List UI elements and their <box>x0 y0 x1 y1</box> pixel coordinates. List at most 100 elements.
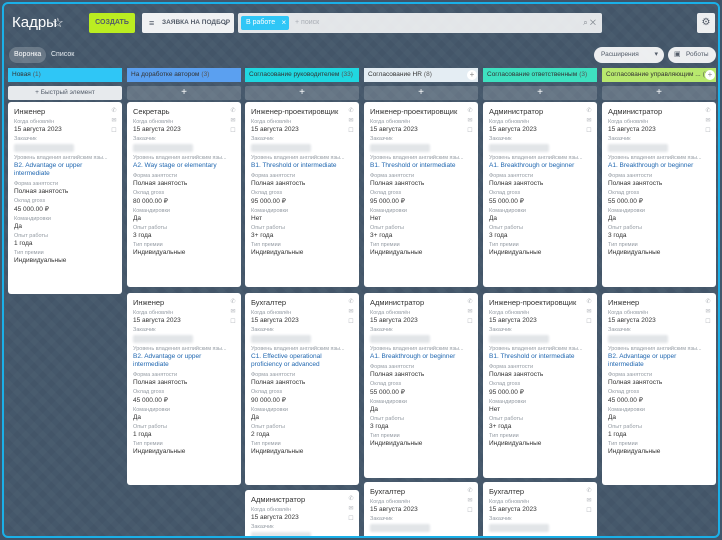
field-value: Полная занятость <box>133 379 188 387</box>
card-actions-icon[interactable]: ✆ ✉ ☐ <box>466 486 474 516</box>
field-label: Заказчик <box>251 524 274 530</box>
tab-funnel[interactable]: Воронка <box>9 47 47 63</box>
card-title[interactable]: Секретарь <box>133 107 235 116</box>
add-column-icon[interactable]: + <box>467 70 477 80</box>
card-actions-icon[interactable]: ✆ ✉ ☐ <box>704 106 712 136</box>
card-title[interactable]: Бухгалтер <box>251 298 353 307</box>
card[interactable]: ✆ ✉ ☐ Администратор Когда обновлён 15 авгу… <box>364 293 478 478</box>
card-title[interactable]: Инженер <box>133 298 235 307</box>
field-value: Да <box>608 414 617 422</box>
column-header[interactable]: Согласование ответственным (3) <box>483 68 597 82</box>
card[interactable]: ✆ ✉ ☐ Бухгалтер Когда обновлён 15 августа … <box>364 482 478 536</box>
card[interactable]: ✆ ✉ ☐ Бухгалтер Когда обновлён 15 августа … <box>245 293 359 485</box>
card-actions-icon[interactable]: ✆ ✉ ☐ <box>347 106 355 136</box>
card-title[interactable]: Инженер-проектировщик <box>370 107 472 116</box>
card[interactable]: ✆ ✉ ☐ Инженер-проектировщик Когда обновлён… <box>483 293 597 478</box>
field-link[interactable]: B1. Threshold or intermediate <box>489 353 591 361</box>
add-card-button[interactable]: + <box>602 86 716 100</box>
card[interactable]: ✆ ✉ ☐ Бухгалтер Когда обновлён 15 августа … <box>483 482 597 536</box>
blurred-value <box>251 532 311 536</box>
quick-add-button[interactable]: + Быстрый элемент <box>8 86 122 100</box>
field-link[interactable]: C1. Effective operational proficiency or… <box>251 353 353 369</box>
card[interactable]: ✆ ✉ ☐ Инженер Когда обновлён 15 августа 20… <box>127 293 241 485</box>
card-actions-icon[interactable]: ✆ ✉ ☐ <box>229 297 237 327</box>
add-card-button[interactable]: + <box>245 86 359 100</box>
card-actions-icon[interactable]: ✆ ✉ ☐ <box>347 494 355 524</box>
tab-list[interactable]: Список <box>51 47 74 63</box>
card-actions-icon[interactable]: ✆ ✉ ☐ <box>585 297 593 327</box>
card-title[interactable]: Администратор <box>370 298 472 307</box>
blurred-value <box>489 144 549 152</box>
column-header[interactable]: На доработке автором (3) <box>127 68 241 82</box>
column-header[interactable]: Новая (1) <box>8 68 122 82</box>
add-column-icon[interactable]: + <box>705 70 715 80</box>
field-link[interactable]: A1. Breakthrough or beginner <box>608 162 710 170</box>
column-header[interactable]: Согласование управляющим ...(3) + <box>602 68 716 82</box>
robot-icon: ▣ <box>674 51 681 58</box>
column-header[interactable]: Согласование HR (8) + <box>364 68 478 82</box>
extensions-label: Расширения <box>601 51 639 58</box>
field-label: Когда обновлён <box>370 499 411 505</box>
card[interactable]: ✆ ✉ ☐ Инженер Когда обновлён 15 августа 20… <box>602 293 716 485</box>
add-card-button[interactable]: + <box>483 86 597 100</box>
card-actions-icon[interactable]: ✆ ✉ ☐ <box>585 486 593 516</box>
card[interactable]: ✆ ✉ ☐ Администратор Когда обновлён 15 авгу… <box>602 102 716 287</box>
field-link[interactable]: B1. Threshold or intermediate <box>370 162 472 170</box>
card[interactable]: ✆ ✉ ☐ Инженер-проектировщик Когда обновлён… <box>364 102 478 287</box>
add-card-button[interactable]: + <box>127 86 241 100</box>
card[interactable]: ✆ ✉ ☐ Администратор Когда обновлён 15 авгу… <box>245 490 359 536</box>
card-title[interactable]: Администратор <box>489 107 591 116</box>
robots-button[interactable]: ▣ Роботы <box>668 47 716 63</box>
card-title[interactable]: Администратор <box>251 495 353 504</box>
field-value: Полная занятость <box>133 180 188 188</box>
card-actions-icon[interactable]: ✆ ✉ ☐ <box>347 297 355 327</box>
category-select-button[interactable]: ≡ ЗАЯВКА НА ПОДБОР ⌄ <box>142 13 234 33</box>
create-button[interactable]: СОЗДАТЬ <box>89 13 135 33</box>
field-label: Опыт работы <box>489 225 523 232</box>
extensions-button[interactable]: Расширения ▾ <box>594 47 664 63</box>
card-actions-icon[interactable]: ✆ ✉ ☐ <box>466 297 474 327</box>
field-value: 15 августа 2023 <box>251 317 299 324</box>
card-title[interactable]: Администратор <box>608 107 710 116</box>
card-title[interactable]: Бухгалтер <box>370 487 472 496</box>
card-actions-icon[interactable]: ✆ ✉ ☐ <box>110 106 118 136</box>
blurred-value <box>133 144 193 152</box>
search-bar[interactable]: В работе × + поиск ⌕ ✕ <box>238 13 602 33</box>
field-link[interactable]: A1. Breakthrough or beginner <box>489 162 591 170</box>
search-icon[interactable]: ⌕ ✕ <box>583 13 596 33</box>
field-label: Командировки <box>608 208 645 215</box>
field-label: Уровень владения английским язы... <box>251 155 345 161</box>
close-icon[interactable]: × <box>282 16 287 30</box>
column-header[interactable]: Согласование руководителем (33) <box>245 68 359 82</box>
card[interactable]: ✆ ✉ ☐ Инженер-проектировщик Когда обновлён… <box>245 102 359 287</box>
field-label: Уровень владения английским язы... <box>14 155 108 161</box>
field-link[interactable]: A1. Breakthrough or beginner <box>370 353 472 361</box>
star-icon[interactable]: ☆ <box>52 15 64 31</box>
card-title[interactable]: Инженер-проектировщик <box>251 107 353 116</box>
gear-icon[interactable]: ⚙ <box>697 13 715 33</box>
card[interactable]: ✆ ✉ ☐ Секретарь Когда обновлён 15 августа … <box>127 102 241 287</box>
card-title[interactable]: Инженер-проектировщик <box>489 298 591 307</box>
field-value: 80 000.00 ₽ <box>133 198 168 206</box>
card[interactable]: ✆ ✉ ☐ Инженер Когда обновлён 15 августа 20… <box>8 102 122 294</box>
search-input[interactable]: + поиск <box>295 13 319 33</box>
card-actions-icon[interactable]: ✆ ✉ ☐ <box>585 106 593 136</box>
filter-chip[interactable]: В работе × <box>241 16 290 30</box>
card-title[interactable]: Инженер <box>14 107 116 116</box>
field-label: Когда обновлён <box>251 507 292 513</box>
card-title[interactable]: Бухгалтер <box>489 487 591 496</box>
field-link[interactable]: B1. Threshold or intermediate <box>251 162 353 170</box>
field-link[interactable]: B2. Advantage or upper intermediate <box>608 353 710 369</box>
card-actions-icon[interactable]: ✆ ✉ ☐ <box>466 106 474 136</box>
field-label: Опыт работы <box>370 416 404 423</box>
card[interactable]: ✆ ✉ ☐ Администратор Когда обновлён 15 авгу… <box>483 102 597 287</box>
field-value: Полная занятость <box>251 180 306 188</box>
card-title[interactable]: Инженер <box>608 298 710 307</box>
card-actions-icon[interactable]: ✆ ✉ ☐ <box>229 106 237 136</box>
add-card-button[interactable]: + <box>364 86 478 100</box>
field-label: Заказчик <box>14 136 37 142</box>
card-actions-icon[interactable]: ✆ ✉ ☐ <box>704 297 712 327</box>
field-link[interactable]: A2. Way stage or elementary <box>133 162 235 170</box>
field-link[interactable]: B2. Advantage or upper intermediate <box>133 353 235 369</box>
field-link[interactable]: B2. Advantage or upper intermediate <box>14 162 116 178</box>
